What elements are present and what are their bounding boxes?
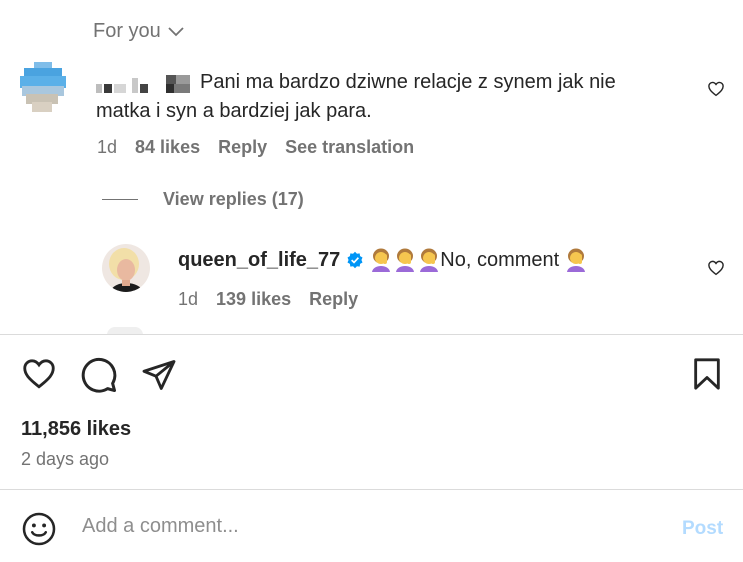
reply-likes[interactable]: 139 likes — [216, 289, 291, 310]
divider — [0, 334, 743, 335]
reply-text-line: queen_of_life_77 No, comment — [178, 248, 587, 272]
facepalm-emoji-icon — [372, 248, 391, 272]
facepalm-emoji-icon — [420, 248, 439, 272]
post-likes-count[interactable]: 11,856 likes — [21, 418, 131, 441]
reply-username[interactable]: queen_of_life_77 — [178, 249, 340, 272]
emoji-icon[interactable] — [21, 511, 57, 547]
reply-meta: 1d 139 likes Reply — [178, 289, 358, 310]
comment-icon[interactable] — [80, 356, 118, 394]
reply-button[interactable]: Reply — [218, 137, 267, 158]
comment-time: 1d — [97, 137, 118, 157]
comment-like-heart-icon[interactable] — [707, 259, 725, 277]
view-replies-line — [102, 199, 138, 200]
divider — [0, 489, 743, 490]
comment-input[interactable] — [82, 515, 662, 538]
comment-like-heart-icon[interactable] — [707, 80, 725, 98]
comment-text: Pani ma bardzo dziwne relacje z synem ja… — [96, 68, 656, 126]
facepalm-emoji-icon — [396, 248, 415, 272]
facepalm-emoji-icon — [567, 248, 586, 272]
like-heart-icon[interactable] — [20, 356, 58, 392]
verified-icon — [347, 251, 363, 269]
share-icon[interactable] — [140, 357, 178, 393]
reply-time: 1d — [178, 289, 199, 309]
reply-body: No, comment — [440, 248, 560, 271]
view-replies-button[interactable]: View replies (17) — [163, 189, 304, 210]
bookmark-icon[interactable] — [690, 356, 724, 392]
comment-meta: 1d 84 likes Reply See translation — [97, 137, 414, 158]
avatar[interactable] — [102, 244, 150, 292]
comments-sort-label: For you — [93, 20, 161, 42]
comments-sort-dropdown[interactable]: For you — [93, 20, 185, 43]
chevron-down-icon — [168, 26, 184, 36]
post-timestamp[interactable]: 2 days ago — [21, 449, 109, 470]
masked-username[interactable] — [96, 72, 198, 94]
comment-likes[interactable]: 84 likes — [135, 137, 200, 158]
post-comment-button[interactable]: Post — [682, 518, 723, 540]
see-translation-button[interactable]: See translation — [285, 137, 414, 158]
avatar[interactable] — [20, 62, 66, 112]
reply-button[interactable]: Reply — [309, 289, 358, 310]
